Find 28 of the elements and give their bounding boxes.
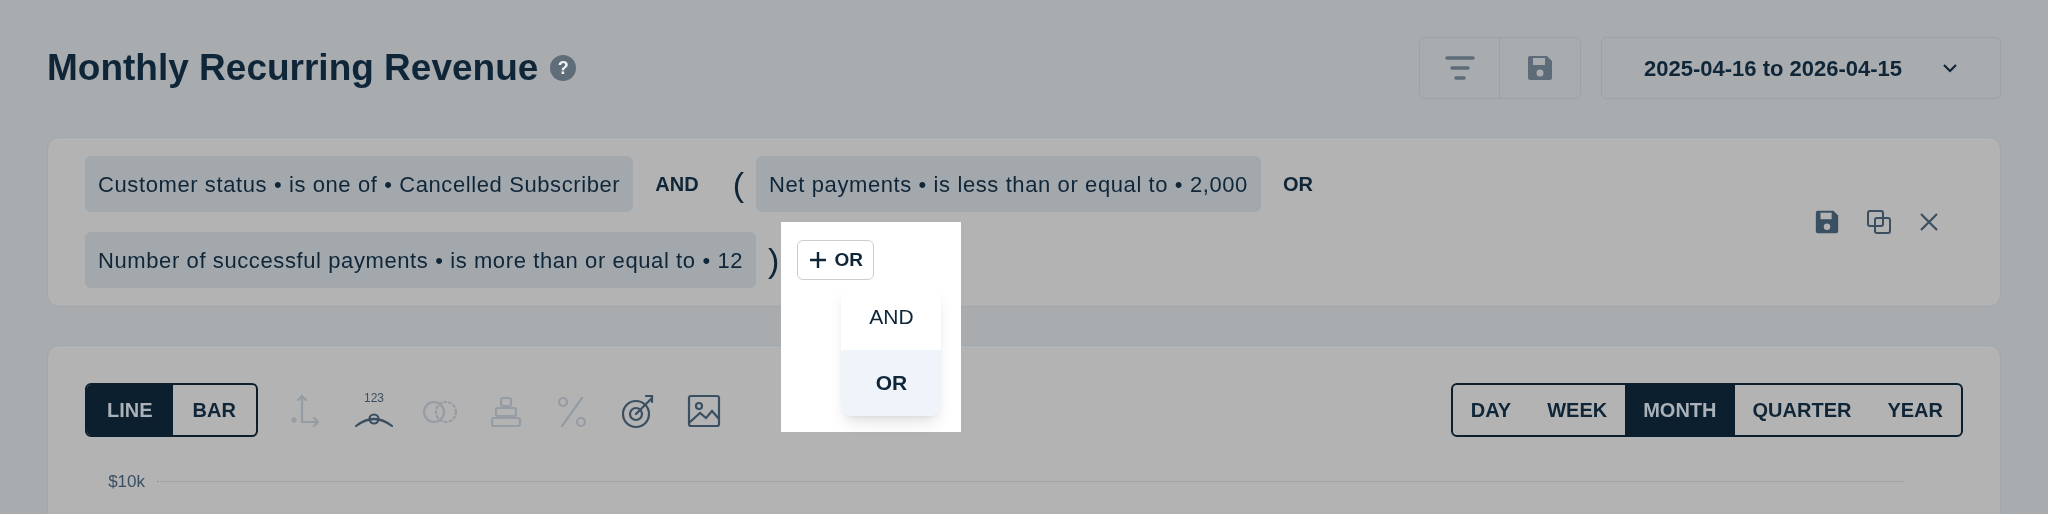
filter-condition[interactable]: Customer status • is one of • Cancelled Subscriber — [85, 156, 634, 212]
parenthesis: ) — [768, 243, 780, 277]
logic-operator: AND — [655, 172, 699, 197]
filter-icon — [1444, 55, 1475, 81]
period-tab[interactable]: YEAR — [1869, 385, 1961, 435]
page-title: Monthly Recurring Revenue — [47, 46, 539, 91]
close-icon[interactable] — [1918, 211, 1940, 233]
chart-type-tab[interactable]: LINE — [87, 385, 173, 435]
duplicate-icon[interactable] — [1866, 209, 1892, 235]
logic-operator: OR — [1282, 172, 1313, 197]
filter-condition[interactable]: Number of successful payments • is more than or equal to • 12 — [85, 232, 757, 288]
chart-type-tab[interactable]: BAR — [172, 385, 256, 435]
menu-option[interactable]: OR — [841, 350, 942, 416]
period-tab[interactable]: WEEK — [1529, 385, 1626, 435]
filter-condition[interactable]: Net payments • is less than or equal to • 2,000 — [755, 156, 1261, 212]
save-icon — [1526, 54, 1554, 82]
period-tab[interactable]: QUARTER — [1734, 385, 1870, 435]
y-axis-label: $10k — [107, 471, 145, 493]
plus-icon — [808, 250, 829, 270]
save-icon[interactable] — [1814, 209, 1840, 235]
chevron-down-icon — [1942, 63, 1958, 73]
period-tab[interactable]: DAY — [1452, 385, 1530, 435]
period-tab[interactable]: MONTH — [1625, 385, 1735, 435]
date-range-dropdown[interactable]: 2025-04-16 to 2026-04-15 — [1601, 37, 2001, 99]
add-operator-button[interactable]: OR — [797, 240, 874, 280]
menu-option[interactable]: AND — [841, 284, 942, 350]
help-icon[interactable]: ? — [550, 55, 577, 81]
parenthesis: ( — [732, 167, 744, 201]
